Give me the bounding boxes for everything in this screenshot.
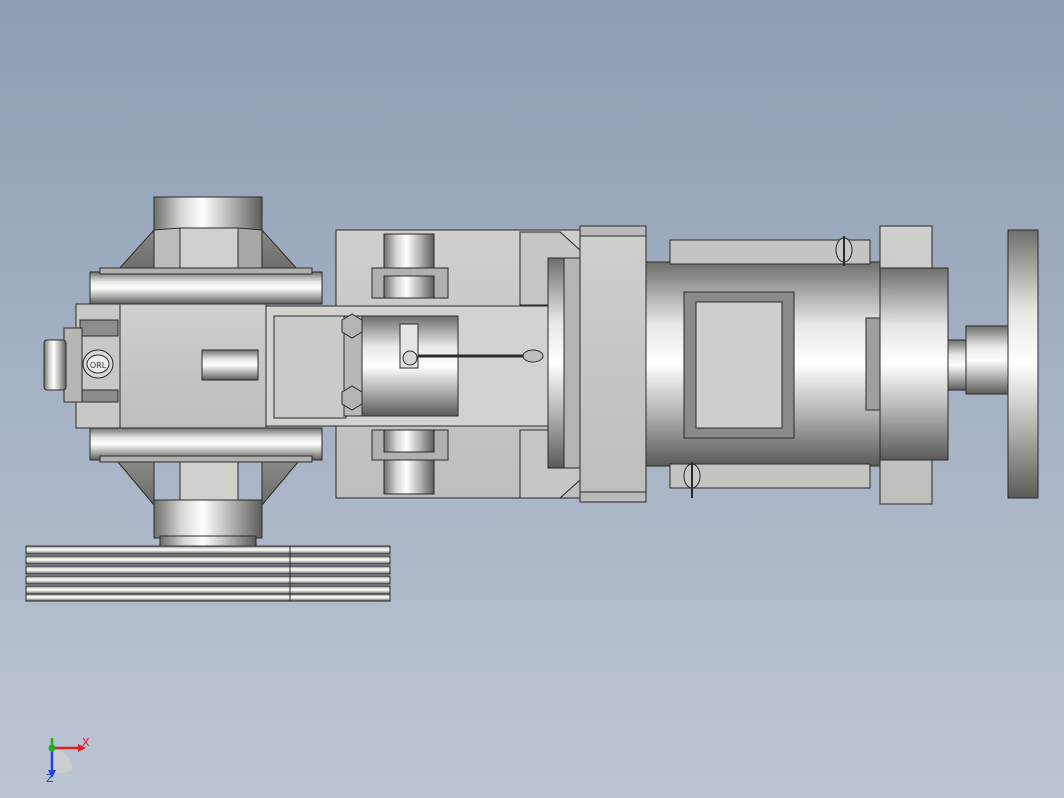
nameplate-text: ORL	[90, 361, 107, 370]
cad-model-view[interactable]: ORL X Z	[0, 0, 1064, 798]
cad-viewport[interactable]: ORL X Z	[0, 0, 1064, 798]
coordinate-triad: X Z	[46, 736, 90, 785]
triad-origin	[48, 744, 56, 752]
nameplate: ORL	[82, 349, 114, 379]
motor-mounting-plate	[579, 225, 647, 503]
output-shaft	[947, 325, 1009, 395]
gearbox-top-flange	[89, 267, 323, 305]
z-axis-label: Z	[46, 772, 54, 785]
gearbox-top-shaft	[116, 196, 300, 271]
triad-shade	[52, 748, 73, 773]
motor-body	[645, 239, 883, 489]
coupling-disk	[547, 257, 581, 469]
v-belt-pulley	[25, 545, 391, 602]
gearbox-bottom-flange	[89, 427, 323, 547]
x-axis-label: X	[82, 736, 90, 749]
handwheel[interactable]	[1007, 229, 1039, 499]
gearbox-housing	[43, 303, 267, 429]
motor-lifting-eye-bottom	[683, 462, 701, 498]
